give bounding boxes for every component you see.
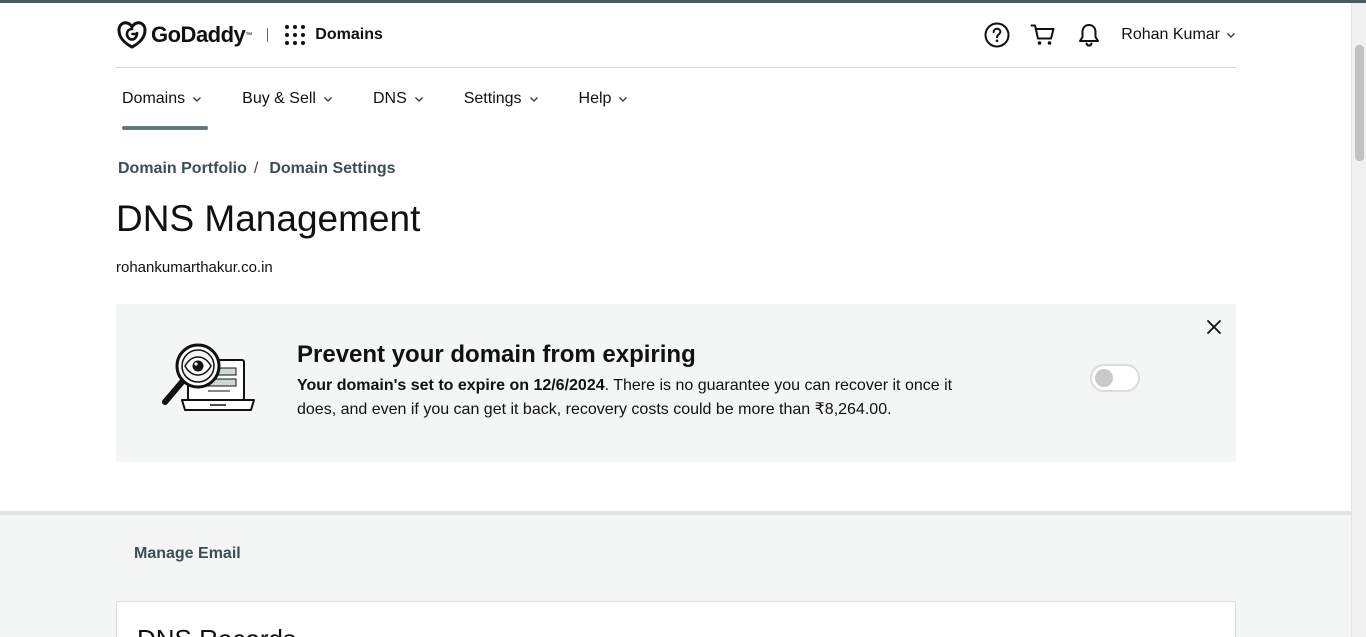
nav-settings[interactable]: Settings [458,68,545,130]
breadcrumb: Domain Portfolio / Domain Settings [116,160,1236,178]
breadcrumb-domain-portfolio[interactable]: Domain Portfolio [116,160,249,178]
trademark-mark: ™ [245,31,253,39]
domain-search-illustration-icon [162,343,255,411]
cart-icon [1030,24,1055,45]
chevron-down-icon [529,97,538,102]
godaddy-logo-icon [117,21,147,49]
domain-name: rohankumarthakur.co.in [116,259,273,276]
banner-close-button[interactable] [1204,317,1224,337]
page-title: DNS Management [116,198,421,239]
nav-help[interactable]: Help [573,68,635,130]
cart-button[interactable] [1029,21,1057,49]
user-account-menu[interactable]: Rohan Kumar [1121,26,1236,44]
apps-menu-button[interactable]: Domains [285,25,383,45]
nav-dns[interactable]: DNS [367,68,430,130]
expiry-banner: Prevent your domain from expiring Your d… [116,304,1236,462]
nav-domains[interactable]: Domains [116,68,209,130]
nav-label: Settings [463,90,522,107]
chevron-down-icon [193,97,202,102]
chevron-down-icon [323,97,332,102]
breadcrumb-separator: / [253,160,259,177]
dns-records-card: DNS Records [116,601,1236,637]
godaddy-logo[interactable]: GoDaddy ™ [116,19,252,51]
chevron-down-icon [619,97,628,102]
manage-email-link[interactable]: Manage Email [134,545,241,563]
banner-title: Prevent your domain from expiring [297,341,696,368]
header-divider [267,28,269,42]
help-button[interactable] [983,21,1011,49]
page-scrollbar[interactable] [1351,3,1366,637]
chevron-down-icon [414,97,423,102]
user-name: Rohan Kumar [1121,26,1220,43]
apps-menu-label: Domains [315,26,383,43]
scrollbar-thumb[interactable] [1355,45,1364,161]
auto-renew-toggle[interactable] [1090,364,1140,392]
main-nav: Domains Buy & Sell DNS Settings Help [116,68,1236,132]
notifications-button[interactable] [1075,21,1103,49]
nav-label: Help [578,90,612,107]
dns-records-title: DNS Records [137,624,296,637]
nav-label: Buy & Sell [242,90,316,107]
bell-icon [1079,24,1100,47]
banner-expiry-date: Your domain's set to expire on 12/6/2024 [297,377,605,394]
breadcrumb-domain-settings[interactable]: Domain Settings [267,160,397,178]
toggle-knob [1095,369,1113,387]
top-header: GoDaddy ™ Domains Rohan Kumar [116,3,1236,68]
close-icon [1207,320,1221,334]
banner-message: Your domain's set to expire on 12/6/2024… [297,374,977,422]
nav-label: DNS [372,90,407,107]
chevron-down-icon [1227,33,1235,38]
nav-label: Domains [122,90,186,107]
help-icon [984,22,1010,48]
logo-wordmark: GoDaddy [151,22,246,47]
apps-grid-icon [285,25,306,45]
nav-buy-sell[interactable]: Buy & Sell [236,68,339,130]
